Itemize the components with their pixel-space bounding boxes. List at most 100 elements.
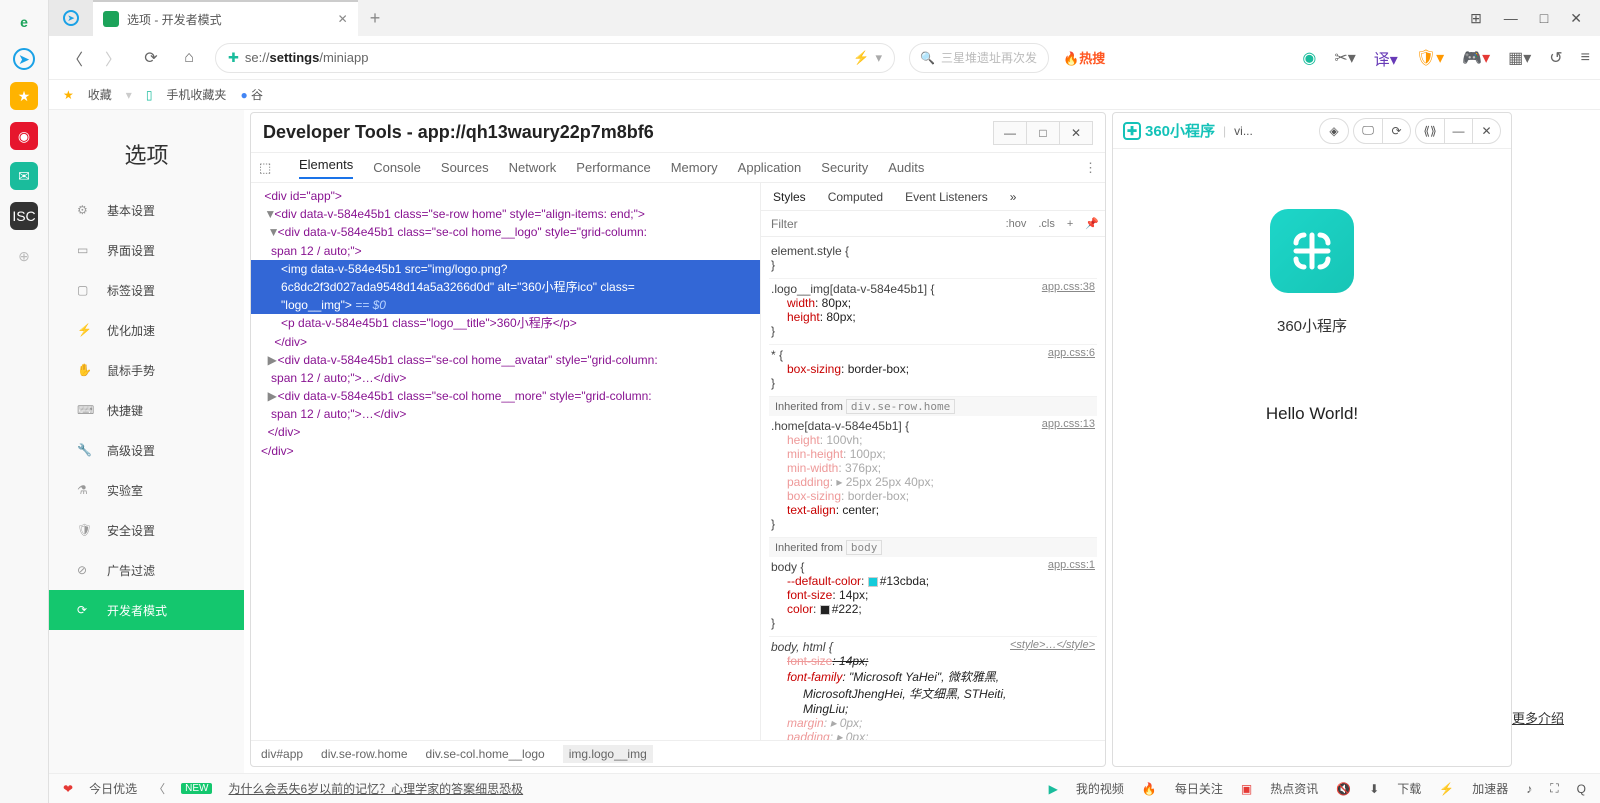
mail-icon[interactable]: ✉ [10,162,38,190]
close-window-button[interactable]: ✕ [1570,10,1582,27]
tab-sources[interactable]: Sources [441,160,489,175]
settings-speed[interactable]: ⚡优化加速 [49,310,244,350]
settings-shortcut[interactable]: ⌨快捷键 [49,390,244,430]
dt-max-button[interactable]: □ [1026,121,1060,145]
dom-tree[interactable]: <div id="app"> ▼<div data-v-584e45b1 cla… [251,183,761,740]
styles-body[interactable]: element.style {} app.css:38.logo__img[da… [761,237,1105,740]
active-tab[interactable]: 选项 - 开发者模式 ✕ [93,0,358,36]
hotnews-link[interactable]: 热点资讯 [1270,780,1318,797]
tab-audits[interactable]: Audits [888,160,924,175]
fav-icon[interactable]: ★ [63,88,74,102]
close-tab-icon[interactable]: ✕ [338,12,348,26]
dt-close-button[interactable]: ✕ [1059,121,1093,145]
game-icon[interactable]: 🎮▾ [1462,48,1490,68]
bolt-icon[interactable]: ⚡ [853,50,869,66]
history-icon[interactable]: ↺ [1549,48,1562,68]
google-bookmark[interactable]: ● 谷 [240,86,263,103]
extension-icon[interactable]: ⊞ [1470,10,1482,27]
bc-row[interactable]: div.se-row.home [321,747,407,761]
settings-basic[interactable]: ⚙基本设置 [49,190,244,230]
bc-img[interactable]: img.logo__img [563,745,653,763]
ma-settings-icon[interactable]: ⟪⟫ [1416,119,1444,143]
ma-min-icon[interactable]: — [1444,119,1472,143]
tab-performance[interactable]: Performance [576,160,650,175]
minimize-button[interactable]: — [1504,10,1518,27]
forward-button[interactable]: 〉 [101,46,125,70]
sound-icon[interactable]: ♪ [1526,782,1532,796]
add-rule-icon[interactable]: + [1061,218,1079,230]
settings-advanced[interactable]: 🔧高级设置 [49,430,244,470]
shield2-icon[interactable]: 🛡▾ [1416,48,1444,68]
tab-elements[interactable]: Elements [299,157,353,179]
dt-kebab-icon[interactable]: ⋮ [1084,160,1097,176]
tab-application[interactable]: Application [738,160,802,175]
q-icon[interactable]: Q [1577,782,1586,796]
daily-link[interactable]: 每日关注 [1175,780,1223,797]
fav-label[interactable]: 收藏 [88,86,112,103]
isc-icon[interactable]: ISC [10,202,38,230]
styles-tab[interactable]: Styles [773,190,806,204]
settings-adblock[interactable]: ⊘广告过滤 [49,550,244,590]
element-picker-icon[interactable]: ⬚ [259,160,279,176]
fullscreen-icon[interactable]: ⛶ [1550,781,1558,796]
translate-icon[interactable]: 译▾ [1374,46,1398,70]
tab-memory[interactable]: Memory [671,160,718,175]
search-box[interactable]: 🔍 三星堆遗址再次发 [909,43,1049,73]
myvideo-link[interactable]: 我的视频 [1076,780,1124,797]
ma-close-icon[interactable]: ✕ [1472,119,1500,143]
today-label[interactable]: 今日优选 [89,780,137,797]
heart-icon[interactable]: ❤ [63,782,73,796]
accel-link[interactable]: 加速器 [1472,780,1508,797]
styles-filter-input[interactable] [761,217,1000,231]
settings-tabs[interactable]: ▢标签设置 [49,270,244,310]
ma-target-icon[interactable]: ◈ [1320,119,1348,143]
play-icon[interactable]: ▶ [1049,782,1058,796]
new-tab-button[interactable]: + [358,8,393,29]
computed-tab[interactable]: Computed [828,190,883,204]
cls-toggle[interactable]: .cls [1032,218,1061,230]
phone-bookmarks[interactable]: 手机收藏夹 [166,86,226,103]
compass-icon[interactable]: ➤ [13,48,35,70]
menu-icon[interactable]: ≡ [1581,49,1590,67]
back-button[interactable]: 〈 [63,46,87,70]
pinned-tab[interactable]: ➤ [49,0,93,36]
weibo-icon[interactable]: ◉ [10,122,38,150]
ma-refresh-icon[interactable]: ⟳ [1382,119,1410,143]
url-input[interactable]: ✚ se://settings/miniapp ⚡ ▾ [215,43,895,73]
grid-icon[interactable]: ▦▾ [1508,48,1531,68]
maximize-button[interactable]: □ [1540,10,1548,27]
flask-icon: ⚗ [77,483,95,497]
browser-logo-icon[interactable]: e [10,8,38,36]
scissors-icon[interactable]: ✂▾ [1334,48,1355,68]
news-link[interactable]: 为什么会丢失6岁以前的记忆？心理学家的答案细思恐极 [228,780,523,797]
bc-app[interactable]: div#app [261,747,303,761]
more-link[interactable]: 更多介绍 [1512,708,1564,727]
block-icon: ⊘ [77,563,95,577]
settings-gesture[interactable]: ✋鼠标手势 [49,350,244,390]
dt-min-button[interactable]: — [993,121,1027,145]
tab-console[interactable]: Console [373,160,421,175]
rocket-icon[interactable]: ⚡ [1439,782,1454,796]
home-button[interactable]: ⌂ [177,46,201,70]
settings-ui[interactable]: ▭界面设置 [49,230,244,270]
settings-developer[interactable]: ⟳开发者模式 [49,590,244,630]
settings-lab[interactable]: ⚗实验室 [49,470,244,510]
download-icon[interactable]: ⬇ [1369,782,1379,796]
download-link[interactable]: 下载 [1397,780,1421,797]
bc-col[interactable]: div.se-col.home__logo [426,747,545,761]
ma-monitor-icon[interactable]: 🖵 [1354,119,1382,143]
hov-toggle[interactable]: :hov [1000,218,1033,230]
settings-security[interactable]: 🛡安全设置 [49,510,244,550]
url-dropdown-icon[interactable]: ▾ [875,50,882,66]
component-icon[interactable]: ⊕ [10,242,38,270]
hot-search-button[interactable]: 🔥热搜 [1063,48,1105,67]
pin-icon[interactable]: 📌 [1079,217,1105,230]
reload-button[interactable]: ⟳ [139,46,163,70]
tab-security[interactable]: Security [821,160,868,175]
listeners-tab[interactable]: Event Listeners [905,190,988,204]
mute-icon[interactable]: 🔇 [1336,782,1351,796]
tab-network[interactable]: Network [509,160,557,175]
chat-icon[interactable]: ◉ [1302,48,1316,68]
star-icon[interactable]: ★ [10,82,38,110]
styles-more-icon[interactable]: » [1010,190,1017,204]
